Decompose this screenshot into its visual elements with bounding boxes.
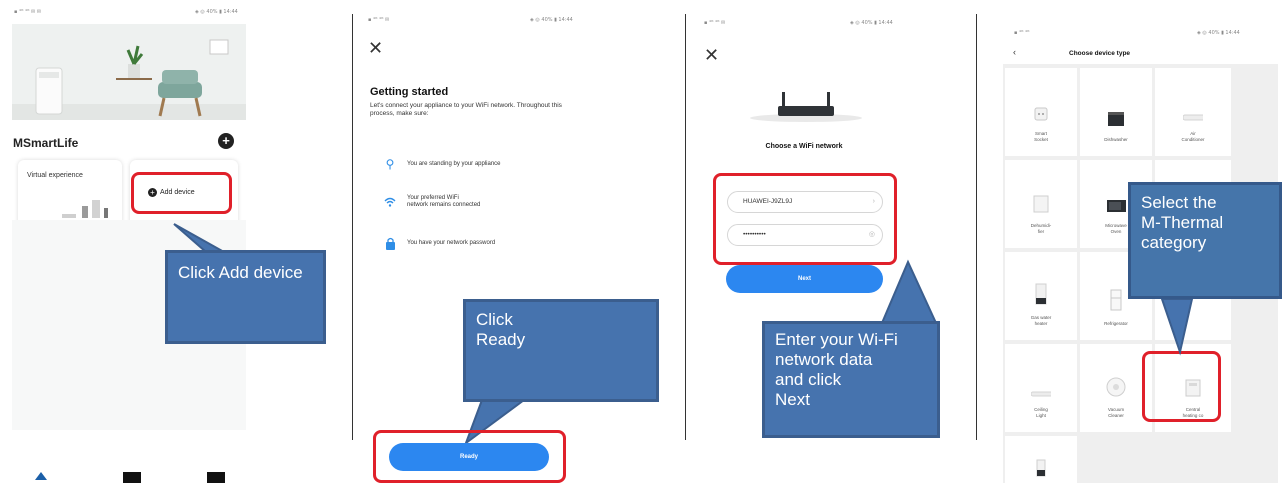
callout-pointer-4 [1160,298,1194,356]
callout-select-category: Select the M-Thermal category [1128,182,1282,299]
tutorial-stage: ▪ ⁴ᴳ ⁴ᴳ ✉ ✉ ◈ ◎ 40% ▮ 14:44 MSmartLife +… [0,0,1288,483]
